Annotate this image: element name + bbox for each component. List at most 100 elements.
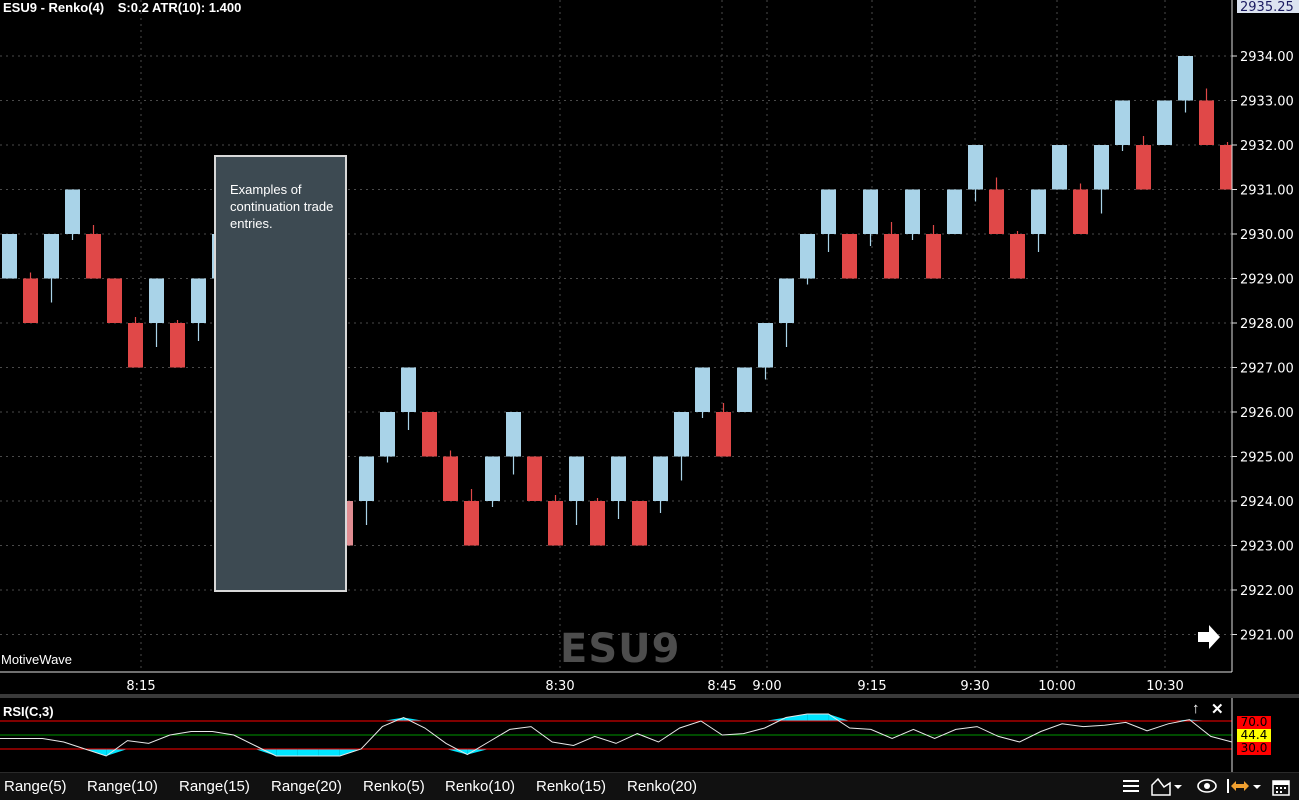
renko-brick bbox=[65, 189, 80, 234]
time-label: 9:00 bbox=[752, 679, 781, 694]
tab-range-15[interactable]: Range(15) bbox=[179, 778, 250, 795]
price-label: 2933.00 bbox=[1240, 95, 1294, 110]
chart-stats: S:0.2 ATR(10): 1.400 bbox=[117, 0, 242, 15]
renko-brick bbox=[1073, 189, 1088, 234]
renko-brick bbox=[44, 234, 59, 279]
renko-brick bbox=[506, 412, 521, 457]
price-label: 2930.00 bbox=[1240, 228, 1294, 243]
renko-brick bbox=[842, 234, 857, 279]
renko-brick bbox=[1010, 234, 1025, 279]
renko-brick bbox=[758, 323, 773, 368]
renko-brick bbox=[569, 456, 584, 501]
renko-brick bbox=[443, 456, 458, 501]
renko-brick bbox=[86, 234, 101, 279]
renko-brick bbox=[107, 278, 122, 323]
price-label: 2926.00 bbox=[1240, 406, 1294, 421]
menu-icon[interactable] bbox=[1122, 777, 1140, 795]
renko-brick bbox=[1136, 145, 1151, 190]
renko-brick bbox=[695, 367, 710, 412]
symbol-title: ESU9 - Renko(4) bbox=[3, 0, 105, 15]
rsi-oversold-fill bbox=[297, 749, 319, 756]
price-label: 2932.00 bbox=[1240, 139, 1294, 154]
tab-range-20[interactable]: Range(20) bbox=[271, 778, 342, 795]
brand-label: MotiveWave bbox=[1, 652, 73, 667]
up-arrow-icon[interactable]: ↑ bbox=[1192, 700, 1200, 717]
tab-renko-15[interactable]: Renko(15) bbox=[536, 778, 606, 795]
rsi-oversold-fill bbox=[318, 749, 340, 756]
rsi-oversold-fill bbox=[276, 749, 298, 756]
renko-brick bbox=[1178, 56, 1193, 101]
renko-brick bbox=[128, 323, 143, 368]
renko-brick bbox=[632, 501, 647, 546]
renko-brick bbox=[968, 145, 983, 190]
renko-brick bbox=[1157, 100, 1172, 145]
renko-brick bbox=[191, 278, 206, 323]
price-label: 2927.00 bbox=[1240, 362, 1294, 377]
renko-brick bbox=[548, 501, 563, 546]
renko-brick bbox=[863, 189, 878, 234]
renko-brick bbox=[1115, 100, 1130, 145]
renko-brick bbox=[590, 501, 605, 546]
annotation-box[interactable]: Examples of continuation trade entries. bbox=[214, 155, 347, 592]
renko-brick bbox=[947, 189, 962, 234]
renko-brick bbox=[527, 456, 542, 501]
renko-brick bbox=[23, 278, 38, 323]
calendar-icon[interactable] bbox=[1271, 777, 1291, 797]
renko-brick bbox=[737, 367, 752, 412]
renko-brick bbox=[359, 456, 374, 501]
panel-divider[interactable] bbox=[0, 694, 1299, 698]
renko-brick bbox=[800, 234, 815, 279]
renko-brick bbox=[2, 234, 17, 279]
renko-brick bbox=[653, 456, 668, 501]
renko-brick bbox=[1052, 145, 1067, 190]
close-icon[interactable]: ✕ bbox=[1211, 700, 1224, 718]
renko-brick bbox=[989, 189, 1004, 234]
time-label: 8:30 bbox=[545, 679, 574, 694]
renko-brick bbox=[149, 278, 164, 323]
time-label: 8:15 bbox=[126, 679, 155, 694]
rsi-overbought-fill bbox=[807, 714, 829, 721]
renko-brick bbox=[611, 456, 626, 501]
chart-type-icon[interactable] bbox=[1150, 777, 1190, 797]
renko-brick bbox=[905, 189, 920, 234]
time-label: 8:45 bbox=[707, 679, 736, 694]
renko-brick bbox=[1199, 100, 1214, 145]
chart-title: ESU9 - Renko(4) S:0.2 ATR(10): 1.400 bbox=[3, 0, 251, 15]
price-label: 2925.00 bbox=[1240, 451, 1294, 466]
renko-brick bbox=[170, 323, 185, 368]
rsi-lower-badge: 30.0 bbox=[1237, 742, 1271, 755]
scroll-right-icon[interactable] bbox=[1196, 623, 1222, 651]
eye-icon[interactable] bbox=[1196, 777, 1218, 795]
time-label: 9:30 bbox=[960, 679, 989, 694]
price-label: 2923.00 bbox=[1240, 540, 1294, 555]
renko-brick bbox=[464, 501, 479, 546]
time-label: 10:30 bbox=[1146, 679, 1183, 694]
tab-renko-10[interactable]: Renko(10) bbox=[445, 778, 515, 795]
renko-brick bbox=[380, 412, 395, 457]
renko-brick bbox=[422, 412, 437, 457]
tab-range-10[interactable]: Range(10) bbox=[87, 778, 158, 795]
renko-brick bbox=[674, 412, 689, 457]
tab-renko-20[interactable]: Renko(20) bbox=[627, 778, 697, 795]
current-price-label: 2935.25 bbox=[1240, 0, 1294, 15]
renko-brick bbox=[485, 456, 500, 501]
price-label: 2934.00 bbox=[1240, 50, 1294, 65]
renko-brick bbox=[1094, 145, 1109, 190]
price-label: 2921.00 bbox=[1240, 629, 1294, 644]
scroll-icon[interactable] bbox=[1226, 777, 1266, 797]
price-label: 2928.00 bbox=[1240, 317, 1294, 332]
tab-range-5[interactable]: Range(5) bbox=[4, 778, 67, 795]
renko-brick bbox=[1031, 189, 1046, 234]
renko-brick bbox=[884, 234, 899, 279]
rsi-title: RSI(C,3) bbox=[3, 704, 54, 719]
annotation-text: Examples of continuation trade entries. bbox=[230, 182, 334, 231]
price-label: 2922.00 bbox=[1240, 584, 1294, 599]
renko-brick bbox=[779, 278, 794, 323]
renko-brick bbox=[401, 367, 416, 412]
tab-renko-5[interactable]: Renko(5) bbox=[363, 778, 425, 795]
price-label: 2931.00 bbox=[1240, 184, 1294, 199]
price-label: 2929.00 bbox=[1240, 273, 1294, 288]
symbol-watermark: ESU9 bbox=[560, 626, 681, 672]
renko-brick bbox=[716, 412, 731, 457]
renko-brick bbox=[926, 234, 941, 279]
